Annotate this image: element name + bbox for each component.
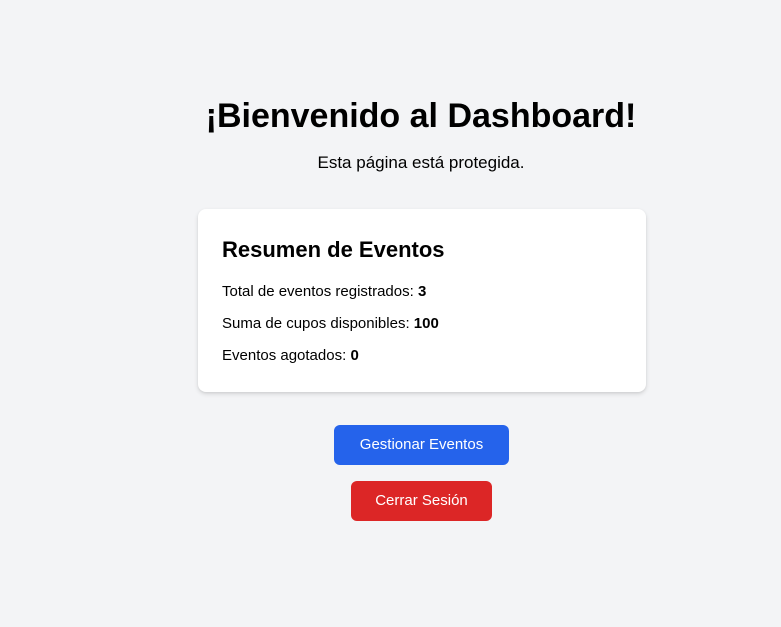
stat-sold-out-events-value: 0 [350,347,359,364]
logout-button[interactable]: Cerrar Sesión [351,481,492,521]
stat-total-events-label: Total de eventos registrados: [222,283,418,300]
stat-sold-out-events: Eventos agotados: 0 [222,345,622,367]
page-title: ¡Bienvenido al Dashboard! [205,97,637,135]
stat-total-events-value: 3 [417,283,427,300]
stat-available-seats-label: Suma de cupos disponibles: [222,315,414,332]
stat-total-events: Total de eventos registrados: 3 [222,281,622,303]
manage-events-button[interactable]: Gestionar Eventos [334,425,509,465]
stat-available-seats-value: 100 [413,315,439,332]
dashboard-page: ¡Bienvenido al Dashboard! Esta página es… [0,0,781,627]
summary-title: Resumen de Eventos [222,237,445,262]
events-summary-card: Resumen de Eventos Total de eventos regi… [198,209,646,392]
page-subtitle: Esta página está protegida. [317,153,525,172]
stat-available-seats: Suma de cupos disponibles: 100 [222,313,622,335]
stat-sold-out-events-label: Eventos agotados: [222,347,351,364]
